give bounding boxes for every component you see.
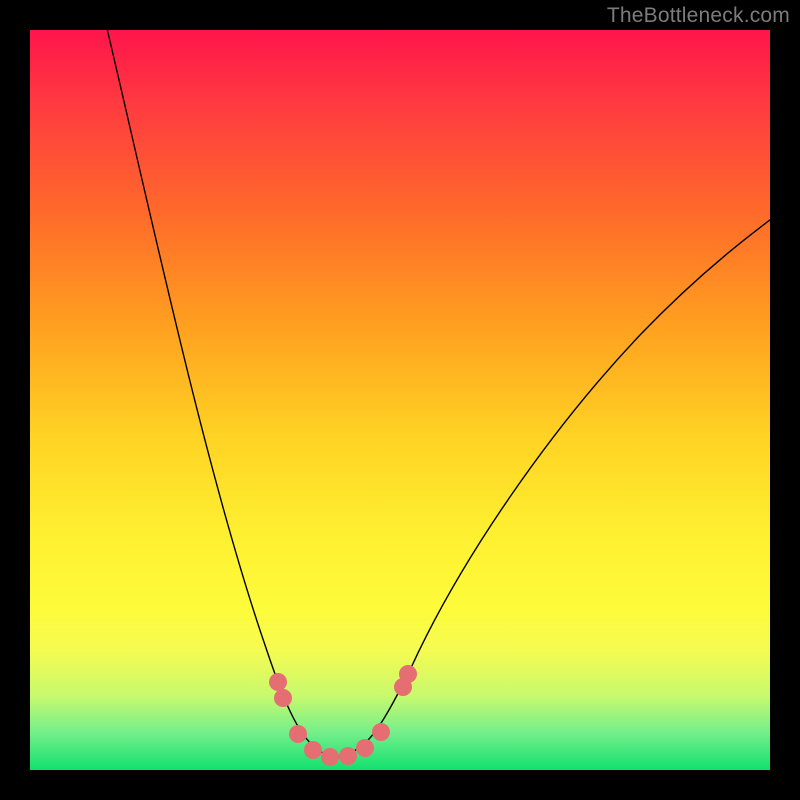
plot-area (30, 30, 770, 770)
watermark-text: TheBottleneck.com (607, 4, 790, 28)
curve-path (105, 30, 770, 758)
bottleneck-curve (30, 30, 770, 770)
chart-frame: TheBottleneck.com (0, 0, 800, 800)
curve-markers (269, 665, 417, 766)
